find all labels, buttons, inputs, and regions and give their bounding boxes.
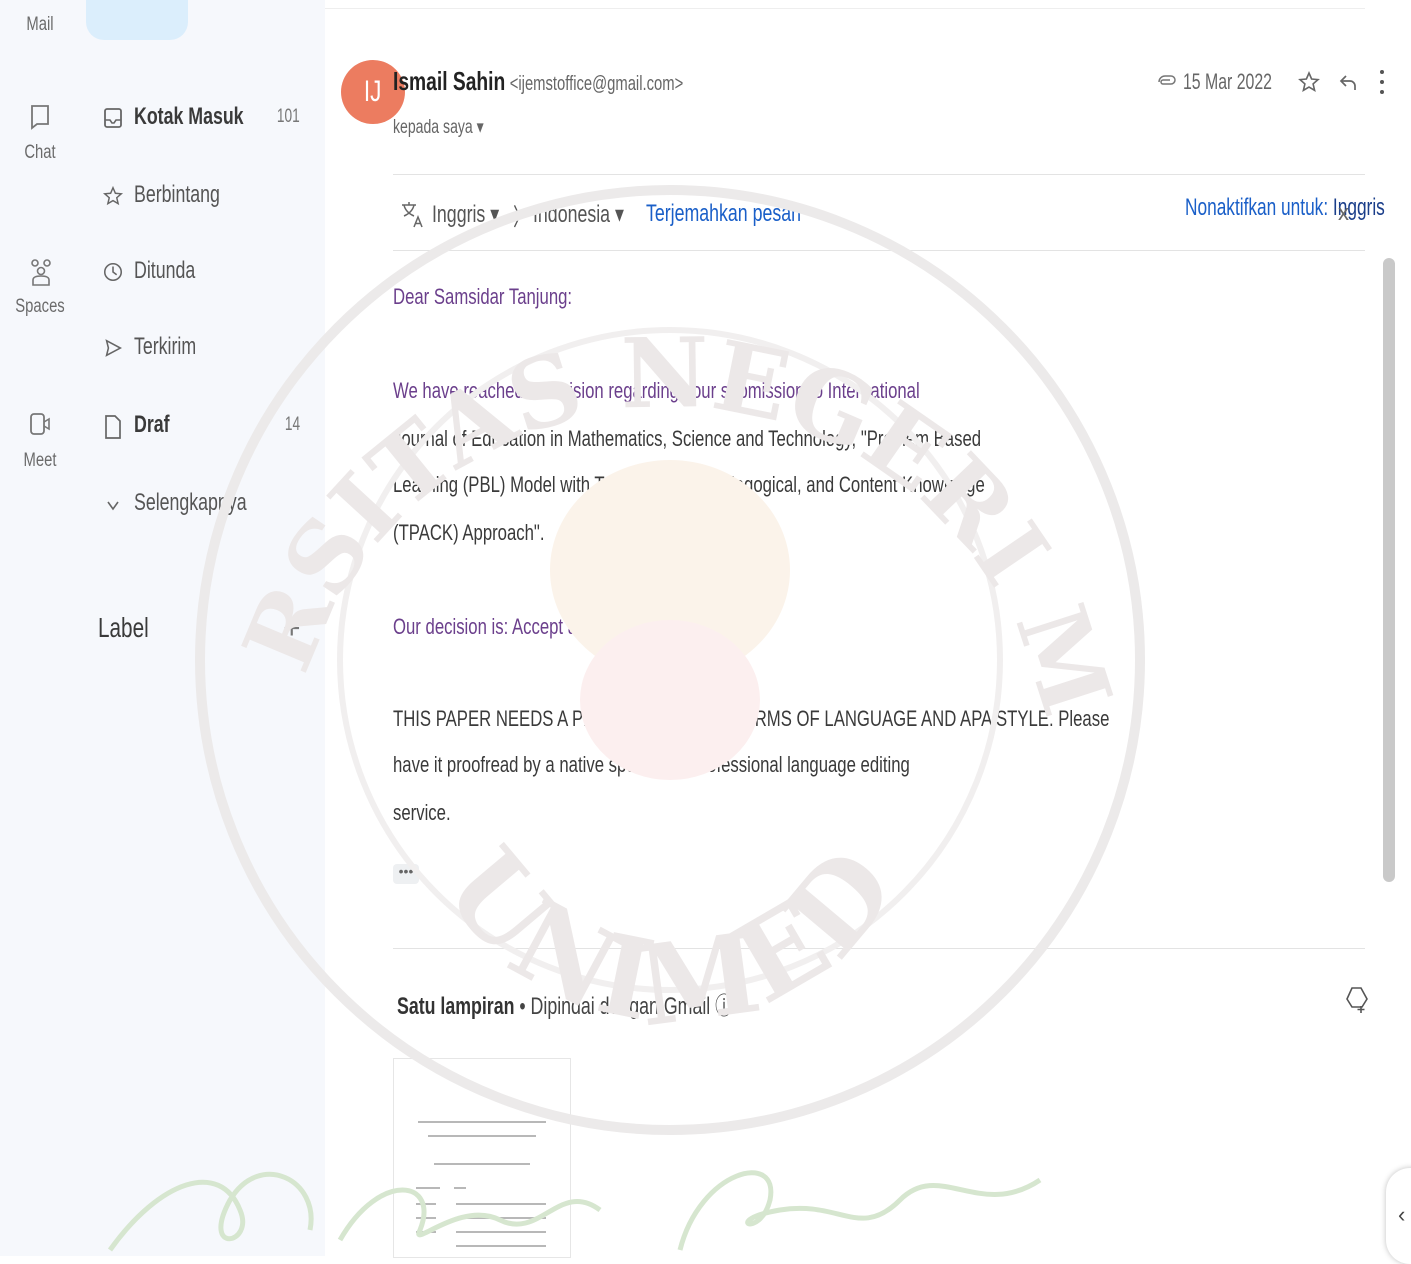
- recipient-dropdown[interactable]: kepada saya ▾: [393, 116, 484, 139]
- nav-item-snoozed[interactable]: Ditunda: [102, 254, 312, 288]
- unread-count: 101: [277, 106, 300, 127]
- nav-item-inbox[interactable]: Kotak Masuk 101: [102, 100, 312, 134]
- top-divider: [325, 8, 1365, 9]
- inbox-icon: [102, 106, 124, 128]
- sender-name: Ismail Sahin: [393, 66, 506, 96]
- thumbnail-text-line: [416, 1203, 436, 1205]
- body-greeting: Dear Samsidar Tanjung:: [393, 284, 573, 309]
- translate-to-select[interactable]: Indonesia ▾: [533, 200, 624, 229]
- nav-item-label: Terkirim: [134, 333, 197, 360]
- nav-item-label: Ditunda: [134, 257, 196, 284]
- app-rail: Mail Chat Spaces Meet: [0, 0, 80, 1256]
- sender-email: <ijemstoffice@gmail.com>: [509, 73, 684, 95]
- header-divider: [393, 174, 1365, 175]
- rail-meet-label: Meet: [23, 450, 57, 471]
- nav-item-label: Berbintang: [134, 181, 220, 208]
- translate-icon: [400, 199, 426, 229]
- rail-mail[interactable]: Mail: [0, 14, 80, 36]
- translate-from-select[interactable]: Inggris ▾: [432, 200, 499, 229]
- message-view: IJ Ismail Sahin <ijemstoffice@gmail.com> …: [325, 0, 1411, 1258]
- message-date: 15 Mar 2022: [1183, 69, 1272, 94]
- attachments-scan-note: Dipindai dengan Gmail: [530, 993, 711, 1020]
- nav-item-label: Draf: [134, 411, 170, 438]
- thumbnail-text-line: [418, 1121, 546, 1123]
- scrollbar[interactable]: [1383, 258, 1395, 882]
- close-translate-button[interactable]: x: [1338, 200, 1349, 226]
- attachments-separator: •: [514, 993, 531, 1020]
- thumbnail-text-line: [456, 1231, 546, 1233]
- body-line: Journal of Education in Mathematics, Sci…: [393, 426, 982, 451]
- body-decision: Our decision is: Accept as an invited pa…: [393, 614, 710, 639]
- nav-item-drafts[interactable]: Draf 14: [102, 408, 312, 442]
- body-line: (TPACK) Approach".: [393, 520, 545, 545]
- nav-item-starred[interactable]: Berbintang: [102, 178, 312, 212]
- info-icon[interactable]: ⓘ: [715, 993, 733, 1020]
- attachments-title: Satu lampiran: [397, 993, 515, 1020]
- attachment-divider: [393, 948, 1365, 949]
- body-line: service.: [393, 800, 451, 825]
- compose-button[interactable]: [86, 0, 188, 40]
- video-icon: [29, 412, 51, 435]
- thumbnail-text-line: [416, 1187, 440, 1189]
- avatar-initials: IJ: [364, 75, 382, 108]
- attachment-clip-icon: [1155, 71, 1177, 93]
- rail-spaces-label: Spaces: [15, 296, 65, 317]
- rail-chat-label: Chat: [24, 142, 56, 163]
- rail-spaces[interactable]: Spaces: [0, 258, 80, 318]
- message-actions: 15 Mar 2022: [1155, 64, 1387, 100]
- translate-arrow: 〉: [512, 203, 531, 231]
- body-line: have it proofread by a native speaker or…: [393, 752, 910, 777]
- side-panel-toggle[interactable]: ‹: [1386, 1168, 1411, 1264]
- translate-divider: [393, 250, 1365, 251]
- add-to-drive-icon[interactable]: [1344, 984, 1370, 1014]
- body-line: THIS PAPER NEEDS A PROOFREADING IN TERMS…: [393, 706, 1110, 731]
- thumbnail-text-line: [456, 1245, 546, 1247]
- star-icon[interactable]: [1297, 69, 1321, 95]
- rail-meet[interactable]: Meet: [0, 412, 80, 472]
- rail-chat[interactable]: Chat: [0, 104, 80, 164]
- nav-item-sent[interactable]: Terkirim: [102, 330, 312, 364]
- attachments-header: Satu lampiran • Dipindai dengan Gmail ⓘ: [397, 986, 733, 1021]
- draft-count: 14: [284, 414, 300, 435]
- rail-mail-label: Mail: [26, 14, 54, 35]
- clock-icon: [102, 260, 124, 282]
- chevron-down-icon: [102, 492, 124, 514]
- thumbnail-text-line: [416, 1217, 436, 1219]
- nav-panel: Kotak Masuk 101 Berbintang Ditunda Terki…: [80, 0, 325, 1256]
- reply-icon[interactable]: [1337, 70, 1359, 94]
- nav-item-label: Kotak Masuk: [134, 103, 244, 130]
- labels-heading: Label: [98, 612, 149, 643]
- add-label-button[interactable]: +: [283, 612, 301, 646]
- thumbnail-text-line: [434, 1163, 530, 1165]
- chat-icon: [29, 104, 51, 130]
- send-icon: [102, 336, 124, 358]
- spaces-icon: [29, 258, 51, 286]
- nav-item-label: Selengkapnya: [134, 489, 247, 516]
- disable-translate-link[interactable]: Nonaktifkan untuk: Inggris: [1185, 194, 1385, 222]
- star-icon: [102, 184, 124, 206]
- thumbnail-text-line: [456, 1217, 546, 1219]
- thumbnail-text-line: [428, 1135, 536, 1137]
- attachment-thumbnail[interactable]: [393, 1058, 571, 1258]
- thumbnail-text-line: [454, 1187, 466, 1189]
- nav-item-more[interactable]: Selengkapnya: [102, 486, 312, 520]
- translate-bar: Inggris ▾ 〉 Indonesia ▾ Terjemahkan pesa…: [400, 194, 855, 234]
- thumbnail-text-line: [456, 1203, 546, 1205]
- body-line: Learning (PBL) Model with Technological,…: [393, 472, 985, 497]
- chevron-left-icon: ‹: [1398, 1202, 1406, 1227]
- body-line: We have reached a decision regarding you…: [393, 378, 920, 403]
- sender[interactable]: Ismail Sahin <ijemstoffice@gmail.com>: [393, 66, 683, 97]
- draft-icon: [102, 414, 124, 439]
- more-vert-icon[interactable]: [1377, 67, 1387, 97]
- thumbnail-text-line: [416, 1231, 436, 1233]
- show-trimmed-button[interactable]: •••: [393, 864, 419, 884]
- translate-message-link[interactable]: Terjemahkan pesan: [646, 200, 801, 228]
- disable-translate-prefix: Nonaktifkan untuk:: [1185, 194, 1333, 221]
